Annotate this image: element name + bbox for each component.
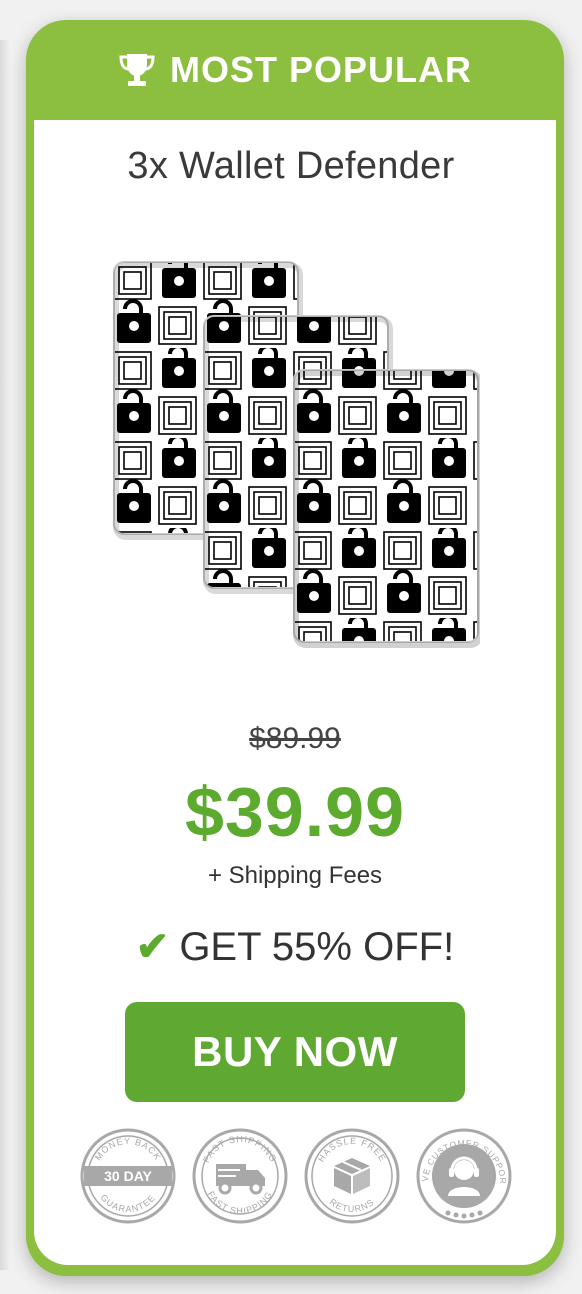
trust-badges: MONEY BACK GUARANTEE 30 DAY FAST SHIPPIN… [78, 1126, 512, 1226]
trophy-icon [118, 52, 156, 88]
discount-line: ✔ GET 55% OFF! [0, 924, 582, 970]
discount-label: GET 55% OFF! [179, 924, 455, 969]
banner-label: MOST POPULAR [169, 49, 472, 90]
original-price: $89.99 [249, 722, 341, 755]
money-back-center-text: 30 DAY [104, 1168, 152, 1184]
sale-price: $39.99 [184, 773, 406, 851]
most-popular-banner: MOST POPULAR [26, 20, 564, 120]
live-support-badge: LIVE CUSTOMER SUPPORT [414, 1126, 514, 1226]
fast-shipping-badge: FAST SHIPPING FAST SHIPPING [190, 1126, 290, 1226]
money-back-badge: MONEY BACK GUARANTEE 30 DAY [78, 1126, 178, 1226]
hassle-free-returns-badge: HASSLE FREE RETURNS [302, 1126, 402, 1226]
rfid-card-stack-image [110, 258, 480, 648]
product-title: 3x Wallet Defender [127, 145, 455, 187]
checkmark-icon: ✔ [135, 925, 170, 969]
adjacent-card-edge [0, 40, 10, 1270]
buy-now-button[interactable]: BUY NOW [125, 1002, 465, 1102]
shipping-note: + Shipping Fees [207, 862, 383, 889]
